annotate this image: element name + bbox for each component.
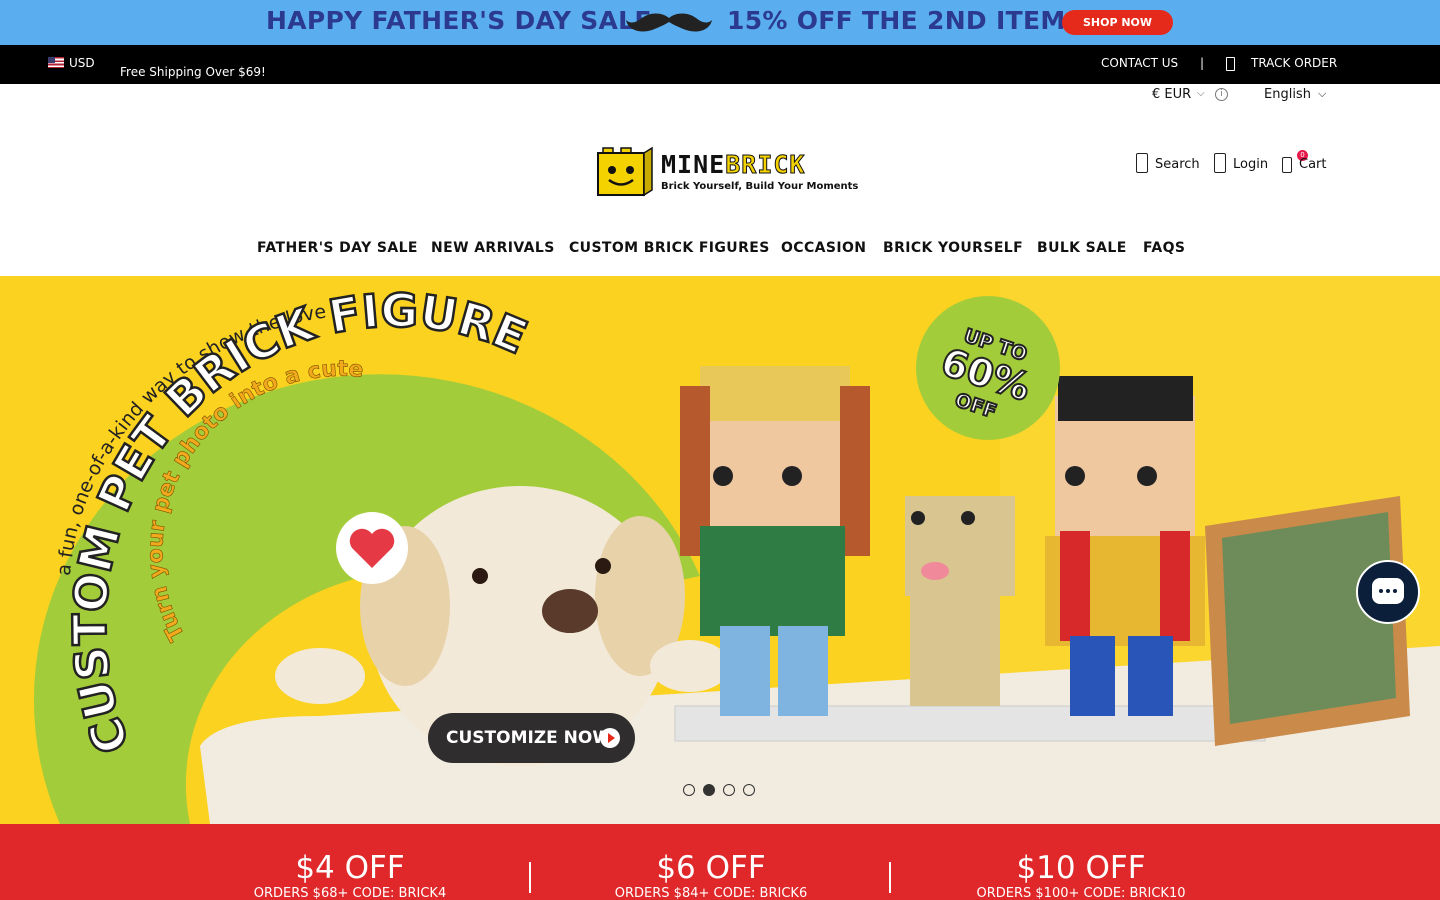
nav-faqs[interactable]: FAQS	[1143, 240, 1185, 256]
play-icon	[600, 728, 620, 748]
coupon-item[interactable]: $4 OFF ORDERS $68+ CODE: BRICK4	[170, 851, 530, 900]
nav-fathers-day-sale[interactable]: FATHER'S DAY SALE	[257, 240, 418, 256]
promo-left-text: HAPPY FATHER'S DAY SALE	[266, 6, 652, 35]
hero-banner[interactable]: a fun, one-of-a-kind way to show the lov…	[0, 276, 1440, 824]
hero-illustration: a fun, one-of-a-kind way to show the lov…	[0, 276, 1440, 824]
brand-tagline: Brick Yourself, Build Your Moments	[661, 181, 859, 192]
divider: |	[1200, 56, 1205, 70]
contact-us-link[interactable]: CONTACT US	[1101, 56, 1178, 70]
coupon-detail: ORDERS $100+ CODE: BRICK10	[976, 886, 1186, 900]
brick-logo-icon[interactable]	[597, 146, 653, 197]
chevron-down-icon[interactable]: ⌵	[1318, 87, 1326, 101]
track-order-link[interactable]: TRACK ORDER	[1251, 56, 1337, 70]
coupon-bar: $4 OFF ORDERS $68+ CODE: BRICK4 $6 OFF O…	[0, 824, 1440, 900]
nav-brick-yourself[interactable]: BRICK YOURSELF	[883, 240, 1023, 256]
coupon-detail: ORDERS $84+ CODE: BRICK6	[614, 886, 808, 900]
chat-icon	[1372, 578, 1404, 604]
coupon-item[interactable]: $6 OFF ORDERS $84+ CODE: BRICK6	[531, 851, 891, 900]
carousel-dot[interactable]	[703, 784, 715, 796]
login-button[interactable]: Login	[1233, 157, 1268, 172]
carousel-dot[interactable]	[743, 784, 755, 796]
track-order-icon[interactable]	[1226, 57, 1235, 71]
chevron-down-icon[interactable]: ⌵	[1197, 88, 1205, 99]
carousel-dot[interactable]	[723, 784, 735, 796]
chat-button[interactable]	[1356, 560, 1420, 624]
currency-selector[interactable]: USD	[69, 56, 95, 70]
top-bar: USD Free Shipping Over $69! CONTACT US |…	[0, 45, 1440, 84]
coupon-detail: ORDERS $68+ CODE: BRICK4	[253, 886, 447, 900]
search-button[interactable]: Search	[1155, 157, 1200, 172]
carousel-dot[interactable]	[683, 784, 695, 796]
info-icon[interactable]: i	[1215, 88, 1228, 101]
nav-bulk-sale[interactable]: BULK SALE	[1037, 240, 1127, 256]
main-nav: FATHER'S DAY SALE NEW ARRIVALS CUSTOM BR…	[0, 240, 1440, 260]
coupon-amount: $10 OFF	[1016, 850, 1146, 886]
coupon-amount: $6 OFF	[656, 850, 766, 886]
us-flag-icon[interactable]	[48, 57, 64, 68]
divider	[889, 862, 891, 893]
mustache-icon	[626, 13, 712, 32]
cta-label: CUSTOMIZE NOW	[446, 728, 612, 748]
customize-now-button[interactable]: CUSTOMIZE NOW	[428, 713, 635, 763]
promo-right-text: 15% OFF THE 2ND ITEM	[727, 6, 1066, 35]
nav-new-arrivals[interactable]: NEW ARRIVALS	[431, 240, 555, 256]
nav-custom-brick-figures[interactable]: CUSTOM BRICK FIGURES	[569, 240, 770, 256]
user-icon[interactable]	[1214, 153, 1226, 173]
shop-now-button[interactable]: SHOP NOW	[1062, 10, 1173, 35]
coupon-amount: $4 OFF	[295, 850, 405, 886]
language-dropdown[interactable]: English	[1264, 87, 1311, 102]
coupon-item[interactable]: $10 OFF ORDERS $100+ CODE: BRICK10	[901, 851, 1261, 900]
cart-button[interactable]: Cart	[1299, 157, 1327, 172]
free-shipping-text: Free Shipping Over $69!	[120, 65, 266, 79]
brand-name[interactable]: MINEBRICK	[661, 150, 805, 180]
currency-dropdown[interactable]: € EUR	[1152, 87, 1191, 102]
cart-icon[interactable]	[1282, 157, 1292, 173]
search-icon[interactable]	[1136, 153, 1148, 173]
promo-banner[interactable]: HAPPY FATHER'S DAY SALE 15% OFF THE 2ND …	[0, 0, 1440, 45]
nav-occasion[interactable]: OCCASION	[781, 240, 866, 256]
